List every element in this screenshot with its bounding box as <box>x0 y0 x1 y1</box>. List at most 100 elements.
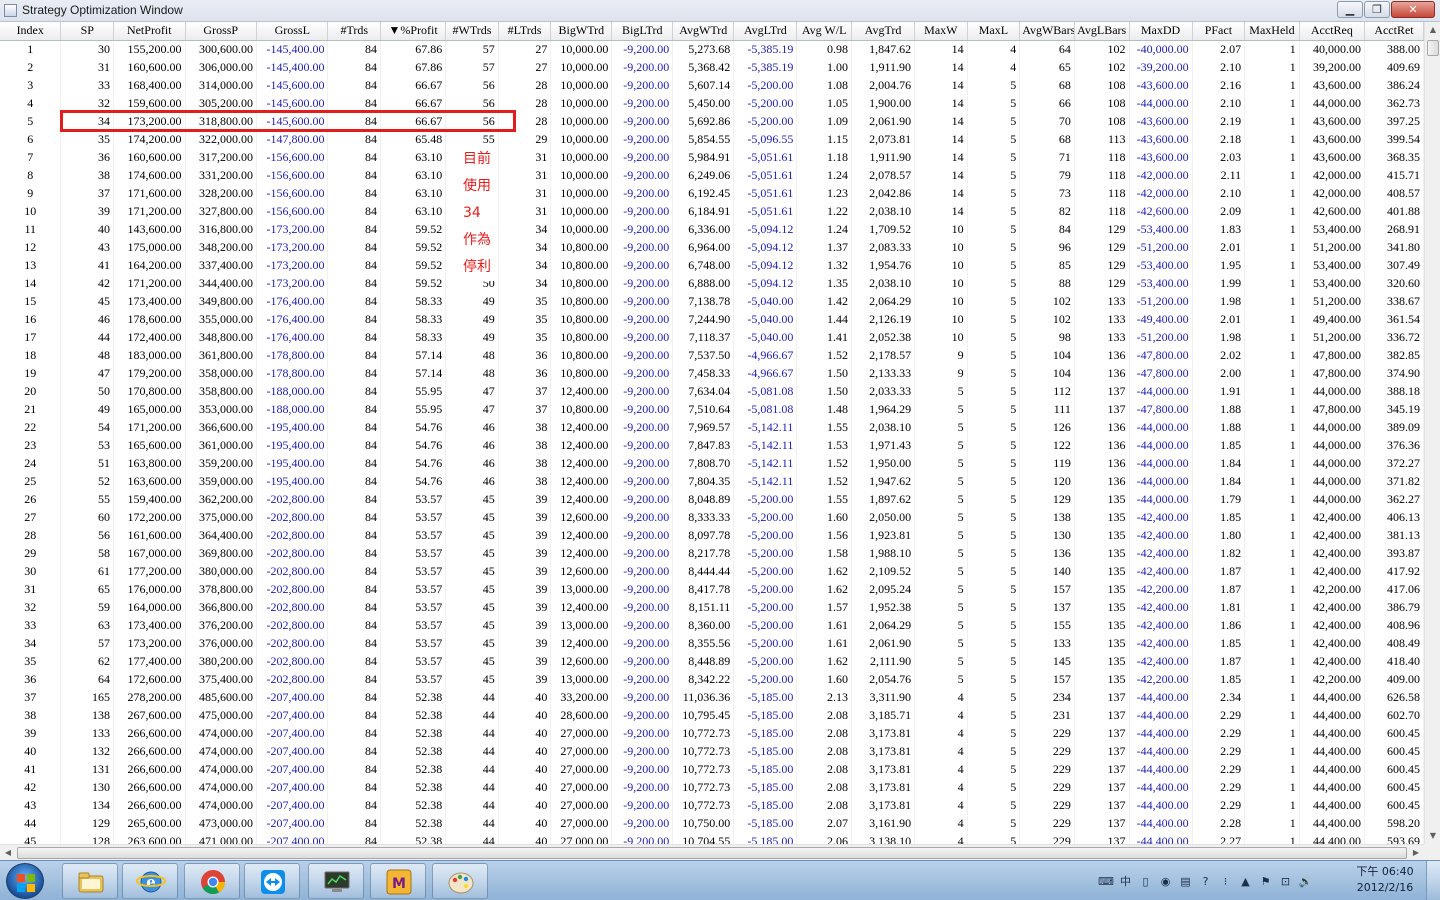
vertical-scrollbar[interactable]: ▲ ▼ <box>1424 22 1440 844</box>
cell-acctret[interactable]: 307.49 <box>1364 256 1424 274</box>
cell-trds[interactable]: 84 <box>327 616 382 634</box>
cell-ltrds[interactable]: 29 <box>498 130 552 148</box>
column-header-maxl[interactable]: MaxL <box>967 22 1021 41</box>
table-row[interactable]: 37 165 278,200.00 485,600.00 -207,400.00 84 52… <box>0 688 1424 706</box>
cell-net[interactable]: 266,600.00 <box>113 778 186 796</box>
cell-maxheld[interactable]: 1 <box>1244 400 1300 418</box>
cell-maxl[interactable]: 5 <box>967 778 1021 796</box>
column-header-maxdd[interactable]: MaxDD <box>1129 22 1193 41</box>
cell-ltrds[interactable]: 39 <box>498 580 552 598</box>
cell-pfact[interactable]: 1.84 <box>1192 472 1246 490</box>
column-header-avgl[interactable]: AvgLTrd <box>733 22 798 41</box>
cell-ltrds[interactable]: 34 <box>498 238 552 256</box>
cell-avgw[interactable]: 7,138.78 <box>672 292 735 310</box>
cell-acctret[interactable]: 381.13 <box>1364 526 1424 544</box>
cell-ltrds[interactable]: 39 <box>498 526 552 544</box>
cell-ltrds[interactable]: 40 <box>498 796 552 814</box>
cell-avgtrd[interactable]: 1,709.52 <box>851 220 916 238</box>
cell-net[interactable]: 160,600.00 <box>113 148 186 166</box>
cell-bigl[interactable]: -9,200.00 <box>611 778 674 796</box>
close-button[interactable]: ✕ <box>1391 1 1435 18</box>
cell-bigl[interactable]: -9,200.00 <box>611 40 674 58</box>
cell-ltrds[interactable]: 40 <box>498 814 552 832</box>
cell-net[interactable]: 177,200.00 <box>113 562 186 580</box>
cell-wtrds[interactable]: 46 <box>445 472 499 490</box>
cell-maxheld[interactable]: 1 <box>1244 76 1300 94</box>
cell-sp[interactable]: 49 <box>60 400 115 418</box>
cell-awb[interactable]: 96 <box>1019 238 1075 256</box>
cell-acctret[interactable]: 388.18 <box>1364 382 1424 400</box>
cell-maxw[interactable]: 10 <box>914 256 968 274</box>
cell-pfact[interactable]: 1.87 <box>1192 562 1246 580</box>
cell-wtrds[interactable]: 47 <box>445 382 499 400</box>
cell-grossp[interactable]: 366,800.00 <box>185 598 258 616</box>
cell-awb[interactable]: 104 <box>1019 364 1075 382</box>
cell-maxw[interactable]: 5 <box>914 580 968 598</box>
cell-sp[interactable]: 33 <box>60 76 115 94</box>
cell-grossp[interactable]: 355,000.00 <box>185 310 258 328</box>
cell-avgw[interactable]: 7,244.90 <box>672 310 735 328</box>
cell-grossp[interactable]: 474,000.00 <box>185 760 258 778</box>
cell-acctret[interactable]: 401.88 <box>1364 202 1424 220</box>
cell-maxw[interactable]: 5 <box>914 508 968 526</box>
cell-avgw[interactable]: 6,748.00 <box>672 256 735 274</box>
cell-sp[interactable]: 129 <box>60 814 115 832</box>
cell-maxheld[interactable]: 1 <box>1244 490 1300 508</box>
cell-bigw[interactable]: 10,800.00 <box>550 274 613 292</box>
cell-bigl[interactable]: -9,200.00 <box>611 148 674 166</box>
cell-acctreq[interactable]: 47,800.00 <box>1299 400 1365 418</box>
cell-awb[interactable]: 133 <box>1019 634 1075 652</box>
cell-alb[interactable]: 137 <box>1074 706 1130 724</box>
cell-pprofit[interactable]: 53.57 <box>380 544 447 562</box>
cell-acctret[interactable]: 372.27 <box>1364 454 1424 472</box>
cell-pprofit[interactable]: 58.33 <box>380 328 447 346</box>
cell-grossl[interactable]: -207,400.00 <box>256 832 329 844</box>
cell-maxdd[interactable]: -47,800.00 <box>1129 346 1193 364</box>
cell-maxheld[interactable]: 1 <box>1244 616 1300 634</box>
cell-maxl[interactable]: 5 <box>967 562 1021 580</box>
cell-bigw[interactable]: 27,000.00 <box>550 724 613 742</box>
cell-pprofit[interactable]: 59.52 <box>380 274 447 292</box>
cell-trds[interactable]: 84 <box>327 508 382 526</box>
cell-grossp[interactable]: 348,800.00 <box>185 328 258 346</box>
cell-pprofit[interactable]: 53.57 <box>380 634 447 652</box>
cell-avgw[interactable]: 10,704.55 <box>672 832 735 844</box>
cell-avgtrd[interactable]: 2,178.57 <box>851 346 916 364</box>
cell-grossp[interactable]: 359,000.00 <box>185 472 258 490</box>
cell-grossl[interactable]: -178,800.00 <box>256 346 329 364</box>
cell-pprofit[interactable]: 54.76 <box>380 436 447 454</box>
cell-net[interactable]: 175,000.00 <box>113 238 186 256</box>
cell-avgtrd[interactable]: 1,971.43 <box>851 436 916 454</box>
cell-bigw[interactable]: 10,000.00 <box>550 202 613 220</box>
language-indicator[interactable]: 中 <box>1118 874 1133 889</box>
cell-acctret[interactable]: 388.00 <box>1364 40 1424 58</box>
cell-bigw[interactable]: 13,000.00 <box>550 670 613 688</box>
cell-avgtrd[interactable]: 1,847.62 <box>851 40 916 58</box>
cell-wl[interactable]: 1.52 <box>796 454 852 472</box>
tray-window-icon[interactable]: ▯ <box>1138 874 1153 889</box>
cell-grossl[interactable]: -195,400.00 <box>256 418 329 436</box>
cell-grossl[interactable]: -173,200.00 <box>256 220 329 238</box>
cell-index[interactable]: 9 <box>0 184 62 202</box>
cell-grossl[interactable]: -176,400.00 <box>256 328 329 346</box>
cell-maxw[interactable]: 14 <box>914 184 968 202</box>
cell-trds[interactable]: 84 <box>327 58 382 76</box>
cell-maxl[interactable]: 5 <box>967 580 1021 598</box>
cell-maxdd[interactable]: -44,000.00 <box>1129 472 1193 490</box>
cell-index[interactable]: 40 <box>0 742 62 760</box>
cell-grossp[interactable]: 376,200.00 <box>185 616 258 634</box>
cell-pfact[interactable]: 1.87 <box>1192 652 1246 670</box>
cell-acctreq[interactable]: 51,200.00 <box>1299 238 1365 256</box>
cell-grossp[interactable]: 314,000.00 <box>185 76 258 94</box>
cell-wl[interactable]: 1.24 <box>796 166 852 184</box>
cell-grossl[interactable]: -202,800.00 <box>256 562 329 580</box>
cell-sp[interactable]: 62 <box>60 652 115 670</box>
cell-acctreq[interactable]: 44,400.00 <box>1299 724 1365 742</box>
cell-bigl[interactable]: -9,200.00 <box>611 166 674 184</box>
cell-avgtrd[interactable]: 1,954.76 <box>851 256 916 274</box>
cell-avgw[interactable]: 10,795.45 <box>672 706 735 724</box>
cell-pfact[interactable]: 1.86 <box>1192 616 1246 634</box>
cell-wl[interactable]: 2.08 <box>796 796 852 814</box>
cell-avgtrd[interactable]: 2,050.00 <box>851 508 916 526</box>
cell-wl[interactable]: 1.52 <box>796 346 852 364</box>
